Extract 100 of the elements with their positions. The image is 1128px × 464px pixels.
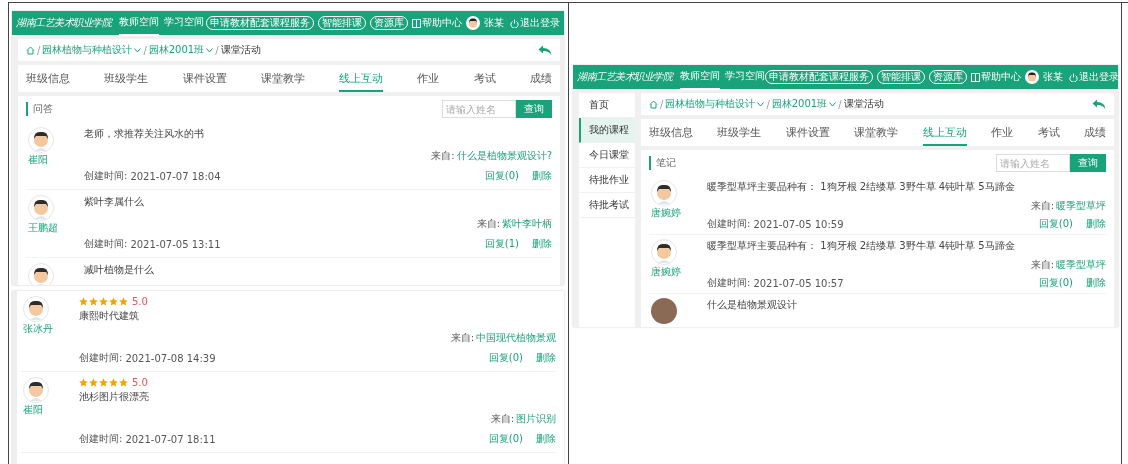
author-name[interactable]: 崔阳 xyxy=(28,153,48,167)
star-icon xyxy=(109,378,118,387)
sidebar-item[interactable]: 我的课程 xyxy=(579,118,635,143)
tab[interactable]: 线上互动 xyxy=(922,125,967,146)
power-icon xyxy=(510,18,519,28)
logo-text: 湖南工艺美术职业学院 xyxy=(577,70,672,84)
delete-link[interactable]: 删除 xyxy=(532,237,552,251)
created-time: 2021-07-05 13:11 xyxy=(130,238,221,250)
delete-link[interactable]: 删除 xyxy=(536,351,556,365)
source-link[interactable]: 中国现代植物景观 xyxy=(476,331,556,345)
post-text: 减叶植物是什么 xyxy=(84,263,155,277)
breadcrumb-separator: / xyxy=(215,44,219,56)
breadcrumb-link[interactable]: 园林2001班 xyxy=(148,43,205,57)
help-link[interactable]: 帮助中心 xyxy=(412,16,462,30)
breadcrumb-link[interactable]: 园林2001班 xyxy=(771,97,828,111)
author-name[interactable]: 唐婉婷 xyxy=(651,206,681,220)
back-arrow-icon xyxy=(1092,98,1106,110)
tab[interactable]: 课件设置 xyxy=(182,71,227,92)
tab[interactable]: 班级信息 xyxy=(26,71,70,92)
delete-link[interactable]: 删除 xyxy=(1086,276,1106,290)
breadcrumb-link[interactable]: 课堂活动 xyxy=(220,43,261,57)
tab[interactable]: 课堂教学 xyxy=(260,71,305,92)
user-avatar-icon xyxy=(1025,70,1039,84)
photo-placeholder xyxy=(651,298,677,324)
breadcrumb-link[interactable]: 课堂活动 xyxy=(843,97,884,111)
chevron-down-icon xyxy=(134,47,142,53)
logout-link[interactable]: 退出登录 xyxy=(510,16,560,30)
reply-link[interactable]: 回复(0) xyxy=(1038,276,1073,290)
created-label: 创建时间: xyxy=(84,169,128,183)
reply-link[interactable]: 回复(0) xyxy=(484,169,519,183)
star-icon xyxy=(99,378,108,387)
avatar-icon xyxy=(28,127,54,153)
user-avatar-icon xyxy=(466,16,480,30)
author-name[interactable]: 崔阳 xyxy=(23,403,43,417)
tab[interactable]: 班级信息 xyxy=(649,125,693,146)
search-button[interactable]: 查询 xyxy=(516,100,552,118)
source-link[interactable]: 图片识别 xyxy=(516,412,556,426)
nav-link[interactable]: 教师空间 xyxy=(680,65,720,90)
nav-link[interactable]: 学习空间 xyxy=(725,65,765,90)
created-time: 2021-07-08 14:39 xyxy=(125,352,216,364)
post-text: 暖季型草坪主要品种有： 1狗牙根 2结缕草 3野牛草 4钝叶草 5马蹄金 xyxy=(707,239,1016,253)
search-field[interactable]: 请输入姓名 xyxy=(442,100,516,118)
avatar-icon xyxy=(651,180,677,206)
author-name[interactable]: 王鹏超 xyxy=(28,221,58,235)
source-link[interactable]: 紫叶李叶柄 xyxy=(502,217,552,231)
star-icon xyxy=(119,378,128,387)
avatar-icon xyxy=(23,377,49,403)
created-label: 创建时间: xyxy=(79,351,123,365)
breadcrumb-separator: / xyxy=(660,98,664,110)
reply-link[interactable]: 回复(0) xyxy=(1038,217,1073,231)
search-button[interactable]: 查询 xyxy=(1070,154,1106,172)
tab[interactable]: 作业 xyxy=(417,71,440,92)
breadcrumb-link[interactable]: 园林植物与种植设计 xyxy=(665,97,756,111)
nav-link[interactable]: 学习空间 xyxy=(164,11,204,36)
logo-text: 湖南工艺美术职业学院 xyxy=(16,16,111,30)
created-time: 2021-07-05 10:57 xyxy=(753,277,844,289)
created-time: 2021-07-07 18:11 xyxy=(125,433,216,445)
delete-link[interactable]: 删除 xyxy=(1086,217,1106,231)
chevron-down-icon xyxy=(757,101,765,107)
author-name[interactable]: 张冰丹 xyxy=(23,322,53,336)
tab[interactable]: 课堂教学 xyxy=(854,125,899,146)
reply-link[interactable]: 回复(0) xyxy=(488,351,523,365)
source-link[interactable]: 什么是植物景观设计? xyxy=(456,149,552,163)
source-link[interactable]: 暖季型草坪 xyxy=(1056,258,1106,272)
tab[interactable]: 成绩 xyxy=(1083,125,1106,146)
search-field[interactable]: 请输入姓名 xyxy=(996,154,1070,172)
post-text: 暖季型草坪主要品种有： 1狗牙根 2结缕草 3野牛草 4钝叶草 5马蹄金 xyxy=(707,180,1016,194)
sidebar-item[interactable]: 待批作业 xyxy=(579,168,635,193)
help-link[interactable]: 帮助中心 xyxy=(971,70,1021,84)
back-arrow-icon xyxy=(538,44,552,56)
tab[interactable]: 班级学生 xyxy=(717,125,762,146)
delete-link[interactable]: 删除 xyxy=(532,169,552,183)
source-link[interactable]: 暖季型草坪 xyxy=(1056,199,1106,213)
tab[interactable]: 考试 xyxy=(1037,125,1060,146)
reply-link[interactable]: 回复(1) xyxy=(484,237,519,251)
tab[interactable]: 成绩 xyxy=(529,71,552,92)
user-name: 张某 xyxy=(484,16,504,30)
delete-link[interactable]: 删除 xyxy=(536,432,556,446)
tab[interactable]: 班级学生 xyxy=(104,71,149,92)
created-label: 创建时间: xyxy=(707,217,751,231)
tab[interactable]: 线上互动 xyxy=(339,71,384,92)
home-icon xyxy=(649,99,658,109)
tab[interactable]: 作业 xyxy=(991,125,1014,146)
reply-link[interactable]: 回复(0) xyxy=(488,432,523,446)
rating-value: 5.0 xyxy=(132,296,148,307)
star-icon xyxy=(109,297,118,306)
tab[interactable]: 课件设置 xyxy=(785,125,830,146)
tab[interactable]: 考试 xyxy=(473,71,496,92)
source-label: 来自: xyxy=(1030,258,1054,272)
sidebar-item[interactable]: 今日课堂 xyxy=(579,143,635,168)
logout-link[interactable]: 退出登录 xyxy=(1069,70,1118,84)
nav-link[interactable]: 教师空间 xyxy=(119,11,159,36)
breadcrumb-separator: / xyxy=(37,44,41,56)
sidebar-item[interactable]: 待批考试 xyxy=(579,193,635,218)
created-time: 2021-07-05 10:59 xyxy=(753,218,844,230)
author-name[interactable]: 唐婉婷 xyxy=(651,265,681,279)
breadcrumb-link[interactable]: 园林植物与种植设计 xyxy=(42,43,133,57)
breadcrumb-separator: / xyxy=(766,98,770,110)
created-label: 创建时间: xyxy=(79,432,123,446)
book-icon xyxy=(971,72,980,82)
